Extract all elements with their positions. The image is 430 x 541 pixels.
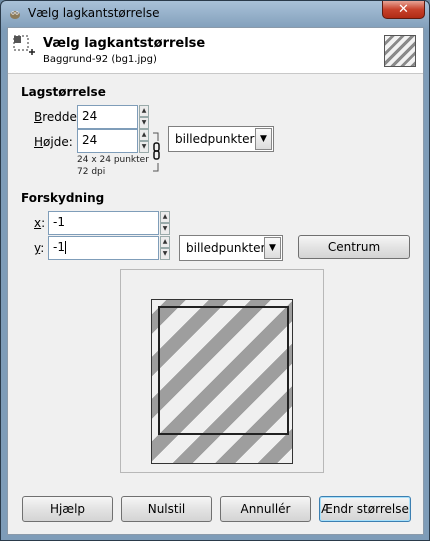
cancel-button[interactable]: Annullér — [220, 496, 311, 522]
width-decrement-icon[interactable]: ▼ — [139, 117, 149, 129]
layer-size-section-title: Lagstørrelse — [21, 85, 106, 99]
height-input[interactable]: 24 — [77, 129, 138, 153]
offset-preview-area[interactable] — [120, 269, 324, 473]
close-icon: ✕ — [398, 2, 409, 17]
center-button[interactable]: Centrum — [298, 235, 410, 259]
height-spinbutton[interactable]: 24 ▲ ▼ — [77, 129, 149, 153]
width-input[interactable]: 24 — [77, 105, 138, 129]
offset-unit-value: billedpunkter — [186, 241, 266, 255]
offset-y-decrement-icon[interactable]: ▼ — [160, 248, 170, 260]
dialog-header: Vælg lagkantstørrelse Baggrund-92 (bg1.j… — [8, 28, 423, 74]
header-title: Vælg lagkantstørrelse — [43, 36, 206, 51]
width-spinbutton[interactable]: 24 ▲ ▼ — [77, 105, 149, 129]
size-unit-dropdown-icon[interactable]: ▼ — [255, 128, 272, 150]
width-increment-icon[interactable]: ▲ — [139, 105, 149, 117]
close-button[interactable]: ✕ — [382, 1, 425, 19]
height-label: Højde: — [34, 135, 73, 149]
title-bar[interactable]: Vælg lagkantstørrelse ✕ — [1, 1, 429, 27]
layer-resize-icon — [13, 35, 35, 55]
header-subtitle: Baggrund-92 (bg1.jpg) — [43, 54, 157, 65]
text-cursor — [64, 241, 66, 254]
height-increment-icon[interactable]: ▲ — [139, 129, 149, 141]
offset-x-input[interactable]: -1 — [48, 211, 159, 235]
dialog-content: Vælg lagkantstørrelse Baggrund-92 (bg1.j… — [7, 27, 424, 535]
size-unit-value: billedpunkter — [175, 132, 255, 146]
height-decrement-icon[interactable]: ▼ — [139, 141, 149, 153]
offset-y-spinbutton[interactable]: -1 ▲ ▼ — [48, 236, 170, 260]
offset-unit-dropdown-icon[interactable]: ▼ — [264, 237, 281, 259]
offset-x-increment-icon[interactable]: ▲ — [160, 211, 170, 223]
chain-link-icon[interactable] — [152, 131, 162, 173]
offset-x-decrement-icon[interactable]: ▼ — [160, 223, 170, 235]
offset-unit-select[interactable]: billedpunkter ▼ — [179, 235, 283, 261]
resolution-info-text: 72 dpi — [77, 167, 106, 177]
size-unit-select[interactable]: billedpunkter ▼ — [168, 126, 274, 152]
offset-x-spinbutton[interactable]: -1 ▲ ▼ — [48, 211, 170, 235]
size-info-text: 24 x 24 punkter — [77, 155, 149, 165]
resize-button[interactable]: Ændr størrelse — [319, 496, 411, 522]
layer-thumbnail — [384, 35, 416, 67]
offset-y-input[interactable]: -1 — [48, 236, 159, 260]
width-label: Bredde: — [34, 110, 81, 124]
help-button[interactable]: Hjælp — [22, 496, 113, 522]
offset-y-label: y: — [34, 241, 45, 255]
offset-section-title: Forskydning — [21, 191, 105, 205]
offset-y-increment-icon[interactable]: ▲ — [160, 236, 170, 248]
layer-boundary-frame[interactable] — [158, 306, 289, 435]
dialog-window: Vælg lagkantstørrelse ✕ Vælg lagkantstør… — [0, 0, 430, 541]
gimp-app-icon — [10, 11, 20, 19]
offset-x-label: x: — [34, 216, 46, 230]
reset-button[interactable]: Nulstil — [121, 496, 212, 522]
layer-preview-image[interactable] — [151, 299, 293, 464]
window-title: Vælg lagkantstørrelse — [28, 6, 160, 20]
